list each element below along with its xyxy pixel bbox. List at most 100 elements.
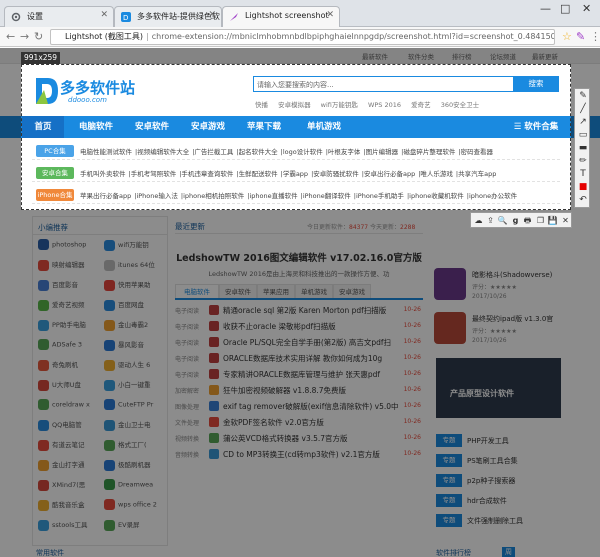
search-button[interactable]: 搜索: [513, 76, 559, 92]
arrow-icon[interactable]: ↗: [577, 116, 589, 128]
category-link[interactable]: 手机考驾照软件: [131, 170, 177, 178]
category-collections: PC合集 电脑性能测试软件 |视频编辑软件大全 |广告拦截工具 |起名软件大全 |log…: [32, 142, 560, 207]
back-arrow-icon[interactable]: ←: [6, 30, 15, 43]
site-header: 多多软件站 ddooo.com 请输入您要搜索的内容... 搜索 快播 安卓模拟…: [0, 64, 600, 116]
capture-shade-top: [0, 48, 600, 64]
close-icon[interactable]: ✕: [100, 10, 108, 20]
search-input[interactable]: 请输入您要搜索的内容...: [257, 80, 334, 90]
category-link[interactable]: 手机违章查询软件: [181, 170, 233, 178]
category-link[interactable]: logo设计软件: [283, 148, 323, 156]
nav-apple-download[interactable]: 苹果下载: [238, 116, 290, 138]
tab-label: 多多软件站-提供绿色软: [137, 12, 220, 21]
undo-icon[interactable]: ↶: [577, 194, 589, 206]
category-link[interactable]: 安卓防骚扰软件: [313, 170, 359, 178]
category-label[interactable]: PC合集: [36, 145, 74, 157]
feather-icon: [229, 12, 239, 22]
print-icon[interactable]: 🖶: [521, 214, 534, 227]
category-link[interactable]: 视频编辑软件大全: [137, 148, 189, 156]
lightshot-extension-icon[interactable]: ✎: [576, 30, 585, 43]
capture-shade-left: [0, 64, 21, 210]
tab-lightshot[interactable]: Lightshot screenshot ✕: [222, 6, 340, 28]
category-links: 手机叫外卖软件 |手机考驾照软件 |手机违章查询软件 |生鲜配送软件 |学霸app |安卓…: [80, 170, 497, 178]
svg-text:D: D: [123, 14, 128, 22]
reload-icon[interactable]: ↻: [34, 30, 43, 43]
hotword-link[interactable]: 360安全卫士: [441, 101, 479, 109]
category-link[interactable]: iPhone翻译软件: [303, 192, 351, 200]
category-link[interactable]: 安卓出行必备app: [364, 170, 415, 178]
category-link[interactable]: 唯人乐游戏: [420, 170, 453, 178]
save-icon[interactable]: 💾: [546, 214, 559, 227]
category-row: 安卓合集 手机叫外卖软件 |手机考驾照软件 |手机违章查询软件 |生鲜配送软件 |学霸a…: [32, 164, 560, 182]
category-link[interactable]: 手机叫外卖软件: [80, 170, 126, 178]
selection-size-label: 991x259: [21, 52, 61, 64]
marker-icon[interactable]: ▬: [577, 142, 589, 154]
nav-android-games[interactable]: 安卓游戏: [182, 116, 234, 138]
hotword-link[interactable]: 安卓模拟器: [278, 101, 311, 109]
nav-pc-software[interactable]: 电脑软件: [70, 116, 122, 138]
maximize-button[interactable]: □: [560, 2, 570, 15]
address-bar-row: ← → ↻ Lightshot (截图工具) | chrome-extension:…: [0, 27, 600, 47]
category-link[interactable]: iPhone手机助手: [356, 192, 404, 200]
minimize-button[interactable]: —: [540, 2, 551, 15]
rectangle-icon[interactable]: ▭: [577, 129, 589, 141]
category-link[interactable]: 电脑性能测试软件: [80, 148, 132, 156]
close-icon[interactable]: ✕: [559, 214, 572, 227]
hotword-link[interactable]: WPS 2016: [368, 101, 401, 109]
lightshot-draw-toolbar: ✎ ╱ ↗ ▭ ▬ ✏ T ■ ↶: [574, 88, 590, 208]
menu-icon[interactable]: ⋮: [590, 30, 600, 43]
hotword-link[interactable]: 快播: [255, 101, 268, 109]
pen-icon[interactable]: ✎: [577, 90, 589, 102]
gear-icon: [11, 12, 21, 22]
category-link[interactable]: iphone相机拍照软件: [183, 192, 244, 200]
logo-mark-icon: [34, 76, 60, 106]
nav-software-collection[interactable]: ☰ 软件合集: [508, 116, 564, 138]
tab-label: 设置: [27, 12, 43, 21]
nav-android-software[interactable]: 安卓软件: [126, 116, 178, 138]
logo-title: 多多软件站: [60, 79, 136, 97]
category-link[interactable]: iphone办公软件: [469, 192, 517, 200]
site-logo[interactable]: 多多软件站 ddooo.com: [34, 76, 154, 110]
browser-tab-bar: 设置 ✕ D 多多软件站-提供绿色软 ✕ Lightshot screensho…: [0, 0, 600, 28]
hotword-link[interactable]: wifi万能钥匙: [321, 101, 358, 109]
tab-ddooo[interactable]: D 多多软件站-提供绿色软 ✕: [114, 6, 222, 27]
tab-settings[interactable]: 设置 ✕: [4, 6, 114, 27]
forward-arrow-icon[interactable]: →: [20, 30, 29, 43]
category-link[interactable]: 生鲜配送软件: [239, 170, 278, 178]
site-favicon-icon: D: [121, 12, 131, 22]
category-link[interactable]: iphone直播软件: [249, 192, 297, 200]
category-link[interactable]: 起名软件大全: [239, 148, 278, 156]
category-label[interactable]: iPhone合集: [36, 189, 74, 201]
category-link[interactable]: 磁盘碎片整理软件: [403, 148, 455, 156]
search-similar-icon[interactable]: 🔍: [496, 214, 509, 227]
star-icon[interactable]: ☆: [562, 30, 572, 43]
category-link[interactable]: 苹果出行必备app: [80, 192, 131, 200]
close-icon[interactable]: ✕: [326, 10, 334, 20]
site-search-box: 请输入您要搜索的内容... 搜索: [253, 76, 559, 92]
hot-search-words: 快播 安卓模拟器 wifi万能钥匙 WPS 2016 爱奇艺 360安全卫士: [255, 99, 487, 109]
category-link[interactable]: 密码查看器: [461, 148, 494, 156]
category-label[interactable]: 安卓合集: [36, 167, 74, 179]
tab-label: Lightshot screenshot: [245, 11, 329, 20]
text-icon[interactable]: T: [577, 168, 589, 180]
hotword-link[interactable]: 爱奇艺: [411, 101, 431, 109]
nav-standalone-games[interactable]: 单机游戏: [294, 116, 354, 138]
category-links: 苹果出行必备app |iPhone输入法 |iphone相机拍照软件 |iphone直…: [80, 192, 518, 200]
nav-home[interactable]: 首页: [22, 116, 64, 138]
window-close-button[interactable]: ✕: [582, 2, 591, 15]
omnibox[interactable]: Lightshot (截图工具) | chrome-extension://mbni…: [50, 29, 555, 45]
line-icon[interactable]: ╱: [577, 103, 589, 115]
category-row: iPhone合集 苹果出行必备app |iPhone输入法 |iphone相机拍照软…: [32, 186, 560, 204]
category-row: PC合集 电脑性能测试软件 |视频编辑软件大全 |广告拦截工具 |起名软件大全 |log…: [32, 142, 560, 160]
category-link[interactable]: 叶根友字体: [328, 148, 361, 156]
pencil-icon[interactable]: ✏: [577, 155, 589, 167]
category-links: 电脑性能测试软件 |视频编辑软件大全 |广告拦截工具 |起名软件大全 |logo设计软件…: [80, 148, 494, 156]
category-link[interactable]: 共享汽车app: [458, 170, 496, 178]
category-link[interactable]: 广告拦截工具: [194, 148, 233, 156]
category-link[interactable]: iPhone输入法: [136, 192, 177, 200]
category-link[interactable]: 学霸app: [283, 170, 308, 178]
close-icon[interactable]: ✕: [208, 10, 216, 20]
category-link[interactable]: iphone收藏机软件: [409, 192, 464, 200]
logo-subtitle: ddooo.com: [68, 96, 107, 104]
color-picker-icon[interactable]: ■: [577, 181, 589, 193]
category-link[interactable]: 图片编辑器: [366, 148, 399, 156]
